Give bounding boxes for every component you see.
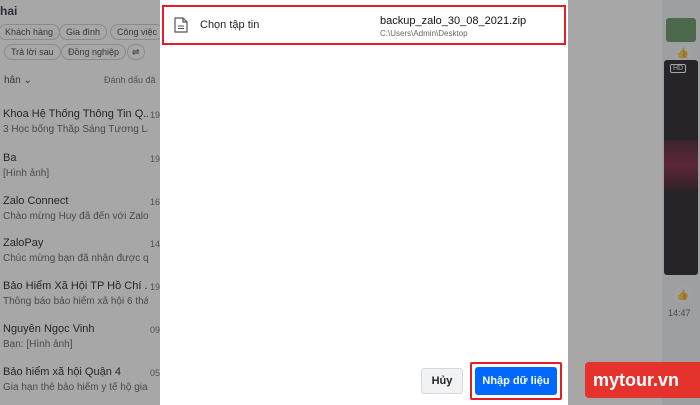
conversation-name: Bảo hiểm xã hội Quận 4 <box>3 366 122 378</box>
conversation-preview: Gia hạn thẻ bảo hiểm y tế hộ gia ... <box>3 382 148 393</box>
sidebar-header: hai <box>0 4 18 18</box>
tag-khach-hang[interactable]: Khách hàng <box>0 24 61 40</box>
cancel-button[interactable]: Hủy <box>421 368 463 394</box>
file-picker-row[interactable]: Chọn tập tin backup_zalo_30_08_2021.zip … <box>162 5 566 45</box>
document-icon <box>174 17 188 33</box>
avatar[interactable] <box>666 18 696 42</box>
conversation-preview: [Hình ảnh] <box>3 168 50 179</box>
category-filter-label: hân <box>4 75 21 86</box>
hd-badge: HD <box>670 64 687 73</box>
chevron-down-icon: ⌄ <box>23 75 32 86</box>
conversation-preview: Bạn: [Hình ảnh] <box>3 339 73 350</box>
conversation-time: 19 <box>150 282 161 292</box>
conversation-preview: Chúc mừng bạn đã nhận được q... <box>3 253 148 264</box>
conversation-preview: Chào mừng Huy đã đến với Zalo <box>3 211 148 222</box>
conversation-time: 09 <box>150 325 161 335</box>
conversation-item[interactable]: Bảo Hiểm Xã Hội TP Hồ Chí ... Thông báo … <box>0 280 160 320</box>
conversation-preview: Thông báo bảo hiểm xã hội 6 tháng c... <box>3 296 148 307</box>
conversation-item[interactable]: Zalo Connect Chào mừng Huy đã đến với Za… <box>0 195 160 235</box>
mark-read-link[interactable]: Đánh dấu đã <box>104 75 156 85</box>
conversation-time: 19 <box>150 154 161 164</box>
conversation-item[interactable]: Bảo hiểm xã hội Quận 4 Gia hạn thẻ bảo h… <box>0 366 160 405</box>
conversation-sidebar: hai Khách hàng Gia đình Công việc Trả lờ… <box>0 0 165 405</box>
conversation-time: 19 <box>150 110 161 120</box>
conversation-item[interactable]: ZaloPay Chúc mừng bạn đã nhận được q... … <box>0 237 160 277</box>
conversation-time: 14 <box>150 239 161 249</box>
conversation-item[interactable]: Ba [Hình ảnh] 19 <box>0 152 160 192</box>
thumbs-up-icon[interactable]: 👍 <box>674 286 692 304</box>
import-dialog: Chọn tập tin backup_zalo_30_08_2021.zip … <box>160 0 568 405</box>
selected-file-path: C:\Users\Admin\Desktop <box>380 29 468 38</box>
tag-dong-nghiep[interactable]: Đồng nghiệp <box>61 44 127 60</box>
watermark-logo: mytour.vn <box>585 362 700 398</box>
video-frame <box>664 140 698 190</box>
selected-file-name: backup_zalo_30_08_2021.zip <box>380 15 527 27</box>
conversation-time: 05 <box>150 368 161 378</box>
conversation-time: 16 <box>150 197 161 207</box>
tag-tra-loi-sau[interactable]: Trả lời sau <box>4 44 61 60</box>
conversation-name: Ba <box>3 152 17 164</box>
conversation-item[interactable]: Nguyễn Ngọc Vinh Bạn: [Hình ảnh] 09 <box>0 323 160 363</box>
conversation-item[interactable]: Khoa Hệ Thống Thông Tin Q... 3 Học bổng … <box>0 108 160 148</box>
conversation-name: Khoa Hệ Thống Thông Tin Q... <box>3 108 148 120</box>
tag-cong-viec[interactable]: Công việc <box>110 24 165 40</box>
conversation-preview: 3 Học bổng Thắp Sáng Tương Lai <box>3 124 148 135</box>
conversation-name: Nguyễn Ngọc Vinh <box>3 323 95 335</box>
tag-gia-dinh[interactable]: Gia đình <box>59 24 108 40</box>
conversation-name: Bảo Hiểm Xã Hội TP Hồ Chí ... <box>3 280 148 292</box>
video-thumbnail[interactable] <box>664 60 698 275</box>
category-filter[interactable]: hân ⌄ <box>4 75 32 86</box>
conversation-name: Zalo Connect <box>3 195 69 207</box>
choose-file-label: Chọn tập tin <box>200 19 260 31</box>
message-time: 14:47 <box>668 308 691 318</box>
conversation-name: ZaloPay <box>3 237 44 249</box>
filter-settings-icon[interactable]: ⇌ <box>127 44 145 60</box>
import-data-button[interactable]: Nhập dữ liệu <box>475 367 557 395</box>
